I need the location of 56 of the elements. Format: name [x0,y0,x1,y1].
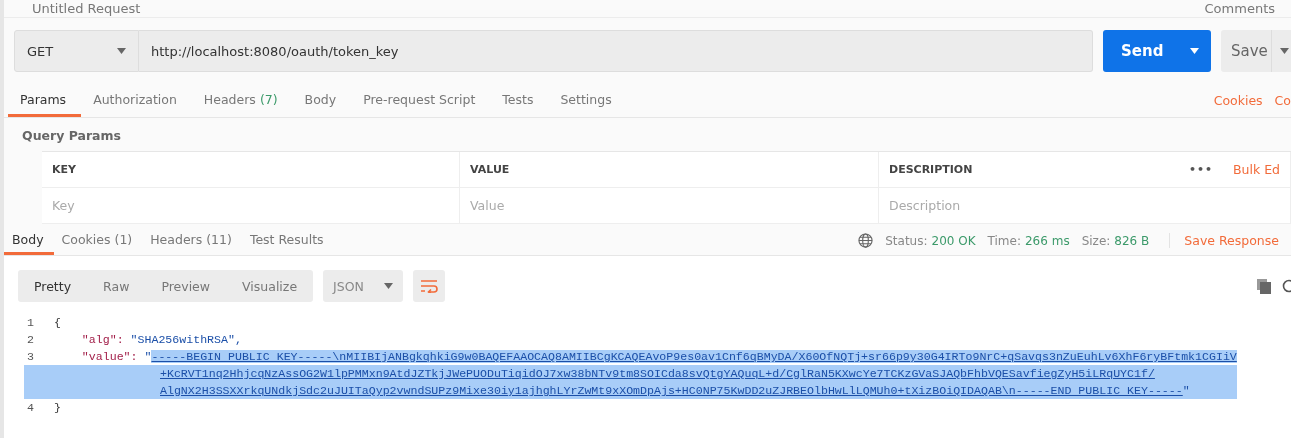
section-title: Query Params [21,127,122,145]
request-tab[interactable]: Tests [490,84,549,117]
caret-icon [1280,48,1289,54]
closing-quote: " [1182,384,1190,397]
size-label: Size: [1081,233,1111,248]
request-tab[interactable]: Settings [548,84,627,117]
time-value: 266 ms [1025,233,1070,248]
search-icon[interactable] [1281,278,1291,294]
wrap-icon [420,279,439,293]
send-button[interactable]: Send [1103,30,1211,72]
view-mode-tab[interactable]: Visualize [226,270,314,302]
view-mode-tab[interactable]: Raw [87,270,146,302]
globe-icon [858,233,874,248]
param-field[interactable]: Key [52,198,75,213]
caret-icon [117,48,126,54]
save-response-link[interactable]: Save Response [1169,233,1279,248]
method-dropdown[interactable]: GET [14,30,139,72]
request-tab[interactable]: Authorization [81,84,192,117]
line-number: 4 [26,400,35,416]
code-line: } [54,400,61,416]
response-tab[interactable]: Cookies (1) [53,226,143,255]
cookies-link[interactable]: Cookies [1213,93,1263,108]
size-value: 826 B [1114,233,1150,248]
caret-icon [1190,48,1199,54]
comments-link[interactable]: Comments [1204,1,1275,16]
view-mode-tab[interactable]: Pretty [18,270,88,302]
response-tab[interactable]: Test Results [241,226,334,255]
line-number: 3 [26,349,35,365]
request-tab[interactable]: Params [8,84,82,117]
code-line: "alg": "SHA256withRSA", [80,332,242,348]
bulk-edit-link[interactable]: Bulk Ed [1233,162,1280,177]
line-number: 2 [26,332,35,348]
status-value: 200 OK [931,233,976,248]
request-tab[interactable]: Pre-request Script [351,84,491,117]
save-button[interactable]: Save [1221,30,1291,72]
column-header: KEY [52,163,76,176]
time-label: Time: [987,233,1021,248]
request-title: Untitled Request [32,1,141,16]
caret-icon [384,283,394,289]
code-line: "value": "-----BEGIN PUBLIC KEY-----\nMIIBIjANBgkqhkiG9w0BAQEFAAOCAQ8AMIIBCgKCAQEAvoP9es0av1Cnf6qBMyDA/X60OfNQTj+sr66p9y30G4IRTo9NrC+qSavqs3nZuEuhLv6XhF6ryBFtmk1CGIiV [80,349,1237,365]
param-field[interactable]: Description [889,198,961,213]
view-mode-tab[interactable]: Preview [145,270,227,302]
status-label: Status: [885,233,928,248]
line-number: 1 [26,315,35,331]
column-header: DESCRIPTION [889,163,973,176]
more-icon[interactable]: ••• [1188,163,1213,176]
format-dropdown[interactable]: JSON [323,270,404,302]
response-tab[interactable]: Headers (11) [142,226,242,255]
url-field[interactable]: http://localhost:8080/oauth/token_key [139,30,1093,72]
column-header: VALUE [470,163,510,176]
cookies-link[interactable]: Co [1274,93,1291,108]
param-field[interactable]: Value [470,198,505,213]
copy-icon[interactable] [1257,278,1271,294]
request-tab[interactable]: Body [292,84,352,117]
code-line: { [54,315,61,331]
request-tab[interactable]: Headers (7) [191,84,293,117]
